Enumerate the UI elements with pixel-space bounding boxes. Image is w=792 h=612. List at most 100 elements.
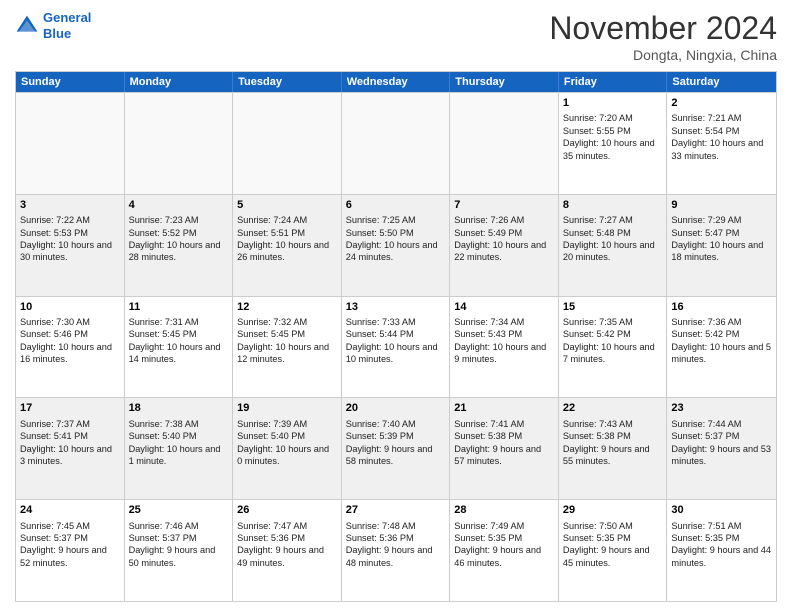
cell-details: Sunrise: 7:33 AMSunset: 5:44 PMDaylight:… [346, 316, 446, 366]
cal-cell: 11Sunrise: 7:31 AMSunset: 5:45 PMDayligh… [125, 297, 234, 398]
day-number: 26 [237, 503, 337, 518]
cal-cell: 27 Sunrise: 7:48 AMSunset: 5:36 PMDayligh… [342, 500, 451, 601]
day-number: 30 [671, 503, 772, 518]
cal-cell [233, 93, 342, 194]
cal-cell: 6Sunrise: 7:25 AMSunset: 5:50 PMDaylight… [342, 195, 451, 296]
cell-details: Sunrise: 7:34 AMSunset: 5:43 PMDaylight:… [454, 316, 554, 366]
calendar-body: 1Sunrise: 7:20 AMSunset: 5:55 PMDaylight… [16, 92, 776, 601]
cell-details: Sunrise: 7:38 AMSunset: 5:40 PMDaylight:… [129, 418, 229, 468]
cell-details: Sunrise: 7:32 AMSunset: 5:45 PMDaylight:… [237, 316, 337, 366]
cell-details: Sunrise: 7:44 AMSunset: 5:37 PMDaylight:… [671, 418, 772, 468]
day-number: 21 [454, 401, 554, 416]
title-block: November 2024 Dongta, Ningxia, China [549, 10, 777, 63]
cell-details: Sunrise: 7:21 AMSunset: 5:54 PMDaylight:… [671, 112, 772, 162]
logo-text: General Blue [43, 10, 91, 41]
cell-details: Sunrise: 7:23 AMSunset: 5:52 PMDaylight:… [129, 214, 229, 264]
week-row-5: 24 Sunrise: 7:45 AMSunset: 5:37 PMDayligh… [16, 499, 776, 601]
cal-cell: 22 Sunrise: 7:43 AMSunset: 5:38 PMDayligh… [559, 398, 668, 499]
cell-details: Sunrise: 7:40 AMSunset: 5:39 PMDaylight:… [346, 418, 446, 468]
cal-cell: 9Sunrise: 7:29 AMSunset: 5:47 PMDaylight… [667, 195, 776, 296]
logo-blue: Blue [43, 26, 71, 41]
header-day-saturday: Saturday [667, 72, 776, 92]
cal-cell: 20 Sunrise: 7:40 AMSunset: 5:39 PMDayligh… [342, 398, 451, 499]
cal-cell: 13Sunrise: 7:33 AMSunset: 5:44 PMDayligh… [342, 297, 451, 398]
day-number: 27 [346, 503, 446, 518]
cell-details: Sunrise: 7:30 AMSunset: 5:46 PMDaylight:… [20, 316, 120, 366]
calendar-header: SundayMondayTuesdayWednesdayThursdayFrid… [16, 72, 776, 92]
cal-cell [16, 93, 125, 194]
day-number: 2 [671, 96, 772, 111]
day-number: 18 [129, 401, 229, 416]
day-number: 17 [20, 401, 120, 416]
week-row-1: 1Sunrise: 7:20 AMSunset: 5:55 PMDaylight… [16, 92, 776, 194]
week-row-3: 10Sunrise: 7:30 AMSunset: 5:46 PMDayligh… [16, 296, 776, 398]
cal-cell: 14Sunrise: 7:34 AMSunset: 5:43 PMDayligh… [450, 297, 559, 398]
cal-cell: 7Sunrise: 7:26 AMSunset: 5:49 PMDaylight… [450, 195, 559, 296]
cal-cell: 5Sunrise: 7:24 AMSunset: 5:51 PMDaylight… [233, 195, 342, 296]
day-number: 9 [671, 198, 772, 213]
cal-cell: 3Sunrise: 7:22 AMSunset: 5:53 PMDaylight… [16, 195, 125, 296]
cal-cell: 28 Sunrise: 7:49 AMSunset: 5:35 PMDayligh… [450, 500, 559, 601]
day-number: 22 [563, 401, 663, 416]
cal-cell [450, 93, 559, 194]
logo-icon [15, 14, 39, 38]
day-number: 11 [129, 300, 229, 315]
day-number: 24 [20, 503, 120, 518]
day-number: 15 [563, 300, 663, 315]
cal-cell: 12Sunrise: 7:32 AMSunset: 5:45 PMDayligh… [233, 297, 342, 398]
cal-cell: 21 Sunrise: 7:41 AMSunset: 5:38 PMDayligh… [450, 398, 559, 499]
cal-cell: 29Sunrise: 7:50 AMSunset: 5:35 PMDayligh… [559, 500, 668, 601]
header-day-wednesday: Wednesday [342, 72, 451, 92]
cell-details: Sunrise: 7:26 AMSunset: 5:49 PMDaylight:… [454, 214, 554, 264]
cell-details: Sunrise: 7:50 AMSunset: 5:35 PMDaylight:… [563, 520, 663, 570]
day-number: 1 [563, 96, 663, 111]
day-number: 12 [237, 300, 337, 315]
day-number: 28 [454, 503, 554, 518]
logo-general: General [43, 10, 91, 25]
header-day-friday: Friday [559, 72, 668, 92]
calendar: SundayMondayTuesdayWednesdayThursdayFrid… [15, 71, 777, 602]
cell-details: Sunrise: 7:41 AMSunset: 5:38 PMDaylight:… [454, 418, 554, 468]
cal-cell: 8Sunrise: 7:27 AMSunset: 5:48 PMDaylight… [559, 195, 668, 296]
cal-cell: 25Sunrise: 7:46 AMSunset: 5:37 PMDayligh… [125, 500, 234, 601]
header-day-monday: Monday [125, 72, 234, 92]
day-number: 8 [563, 198, 663, 213]
cell-details: Sunrise: 7:49 AMSunset: 5:35 PMDaylight:… [454, 520, 554, 570]
cell-details: Sunrise: 7:47 AMSunset: 5:36 PMDaylight:… [237, 520, 337, 570]
cal-cell: 10Sunrise: 7:30 AMSunset: 5:46 PMDayligh… [16, 297, 125, 398]
day-number: 16 [671, 300, 772, 315]
cal-cell: 16Sunrise: 7:36 AMSunset: 5:42 PMDayligh… [667, 297, 776, 398]
month-title: November 2024 [549, 10, 777, 47]
cell-details: Sunrise: 7:29 AMSunset: 5:47 PMDaylight:… [671, 214, 772, 264]
cell-details: Sunrise: 7:22 AMSunset: 5:53 PMDaylight:… [20, 214, 120, 264]
cal-cell: 1Sunrise: 7:20 AMSunset: 5:55 PMDaylight… [559, 93, 668, 194]
header-day-sunday: Sunday [16, 72, 125, 92]
header-day-tuesday: Tuesday [233, 72, 342, 92]
day-number: 25 [129, 503, 229, 518]
cell-details: Sunrise: 7:37 AMSunset: 5:41 PMDaylight:… [20, 418, 120, 468]
day-number: 13 [346, 300, 446, 315]
cell-details: Sunrise: 7:24 AMSunset: 5:51 PMDaylight:… [237, 214, 337, 264]
cell-details: Sunrise: 7:20 AMSunset: 5:55 PMDaylight:… [563, 112, 663, 162]
cal-cell: 17 Sunrise: 7:37 AMSunset: 5:41 PMDayligh… [16, 398, 125, 499]
cal-cell: 15Sunrise: 7:35 AMSunset: 5:42 PMDayligh… [559, 297, 668, 398]
cell-details: Sunrise: 7:43 AMSunset: 5:38 PMDaylight:… [563, 418, 663, 468]
day-number: 7 [454, 198, 554, 213]
day-number: 20 [346, 401, 446, 416]
cal-cell [125, 93, 234, 194]
cal-cell [342, 93, 451, 194]
cal-cell: 18 Sunrise: 7:38 AMSunset: 5:40 PMDayligh… [125, 398, 234, 499]
cell-details: Sunrise: 7:39 AMSunset: 5:40 PMDaylight:… [237, 418, 337, 468]
cell-details: Sunrise: 7:48 AMSunset: 5:36 PMDaylight:… [346, 520, 446, 570]
cal-cell: 30Sunrise: 7:51 AMSunset: 5:35 PMDayligh… [667, 500, 776, 601]
day-number: 23 [671, 401, 772, 416]
day-number: 4 [129, 198, 229, 213]
cell-details: Sunrise: 7:45 AMSunset: 5:37 PMDaylight:… [20, 520, 120, 570]
week-row-2: 3Sunrise: 7:22 AMSunset: 5:53 PMDaylight… [16, 194, 776, 296]
day-number: 10 [20, 300, 120, 315]
cal-cell: 23 Sunrise: 7:44 AMSunset: 5:37 PMDayligh… [667, 398, 776, 499]
cell-details: Sunrise: 7:27 AMSunset: 5:48 PMDaylight:… [563, 214, 663, 264]
cell-details: Sunrise: 7:25 AMSunset: 5:50 PMDaylight:… [346, 214, 446, 264]
cal-cell: 26 Sunrise: 7:47 AMSunset: 5:36 PMDayligh… [233, 500, 342, 601]
day-number: 3 [20, 198, 120, 213]
